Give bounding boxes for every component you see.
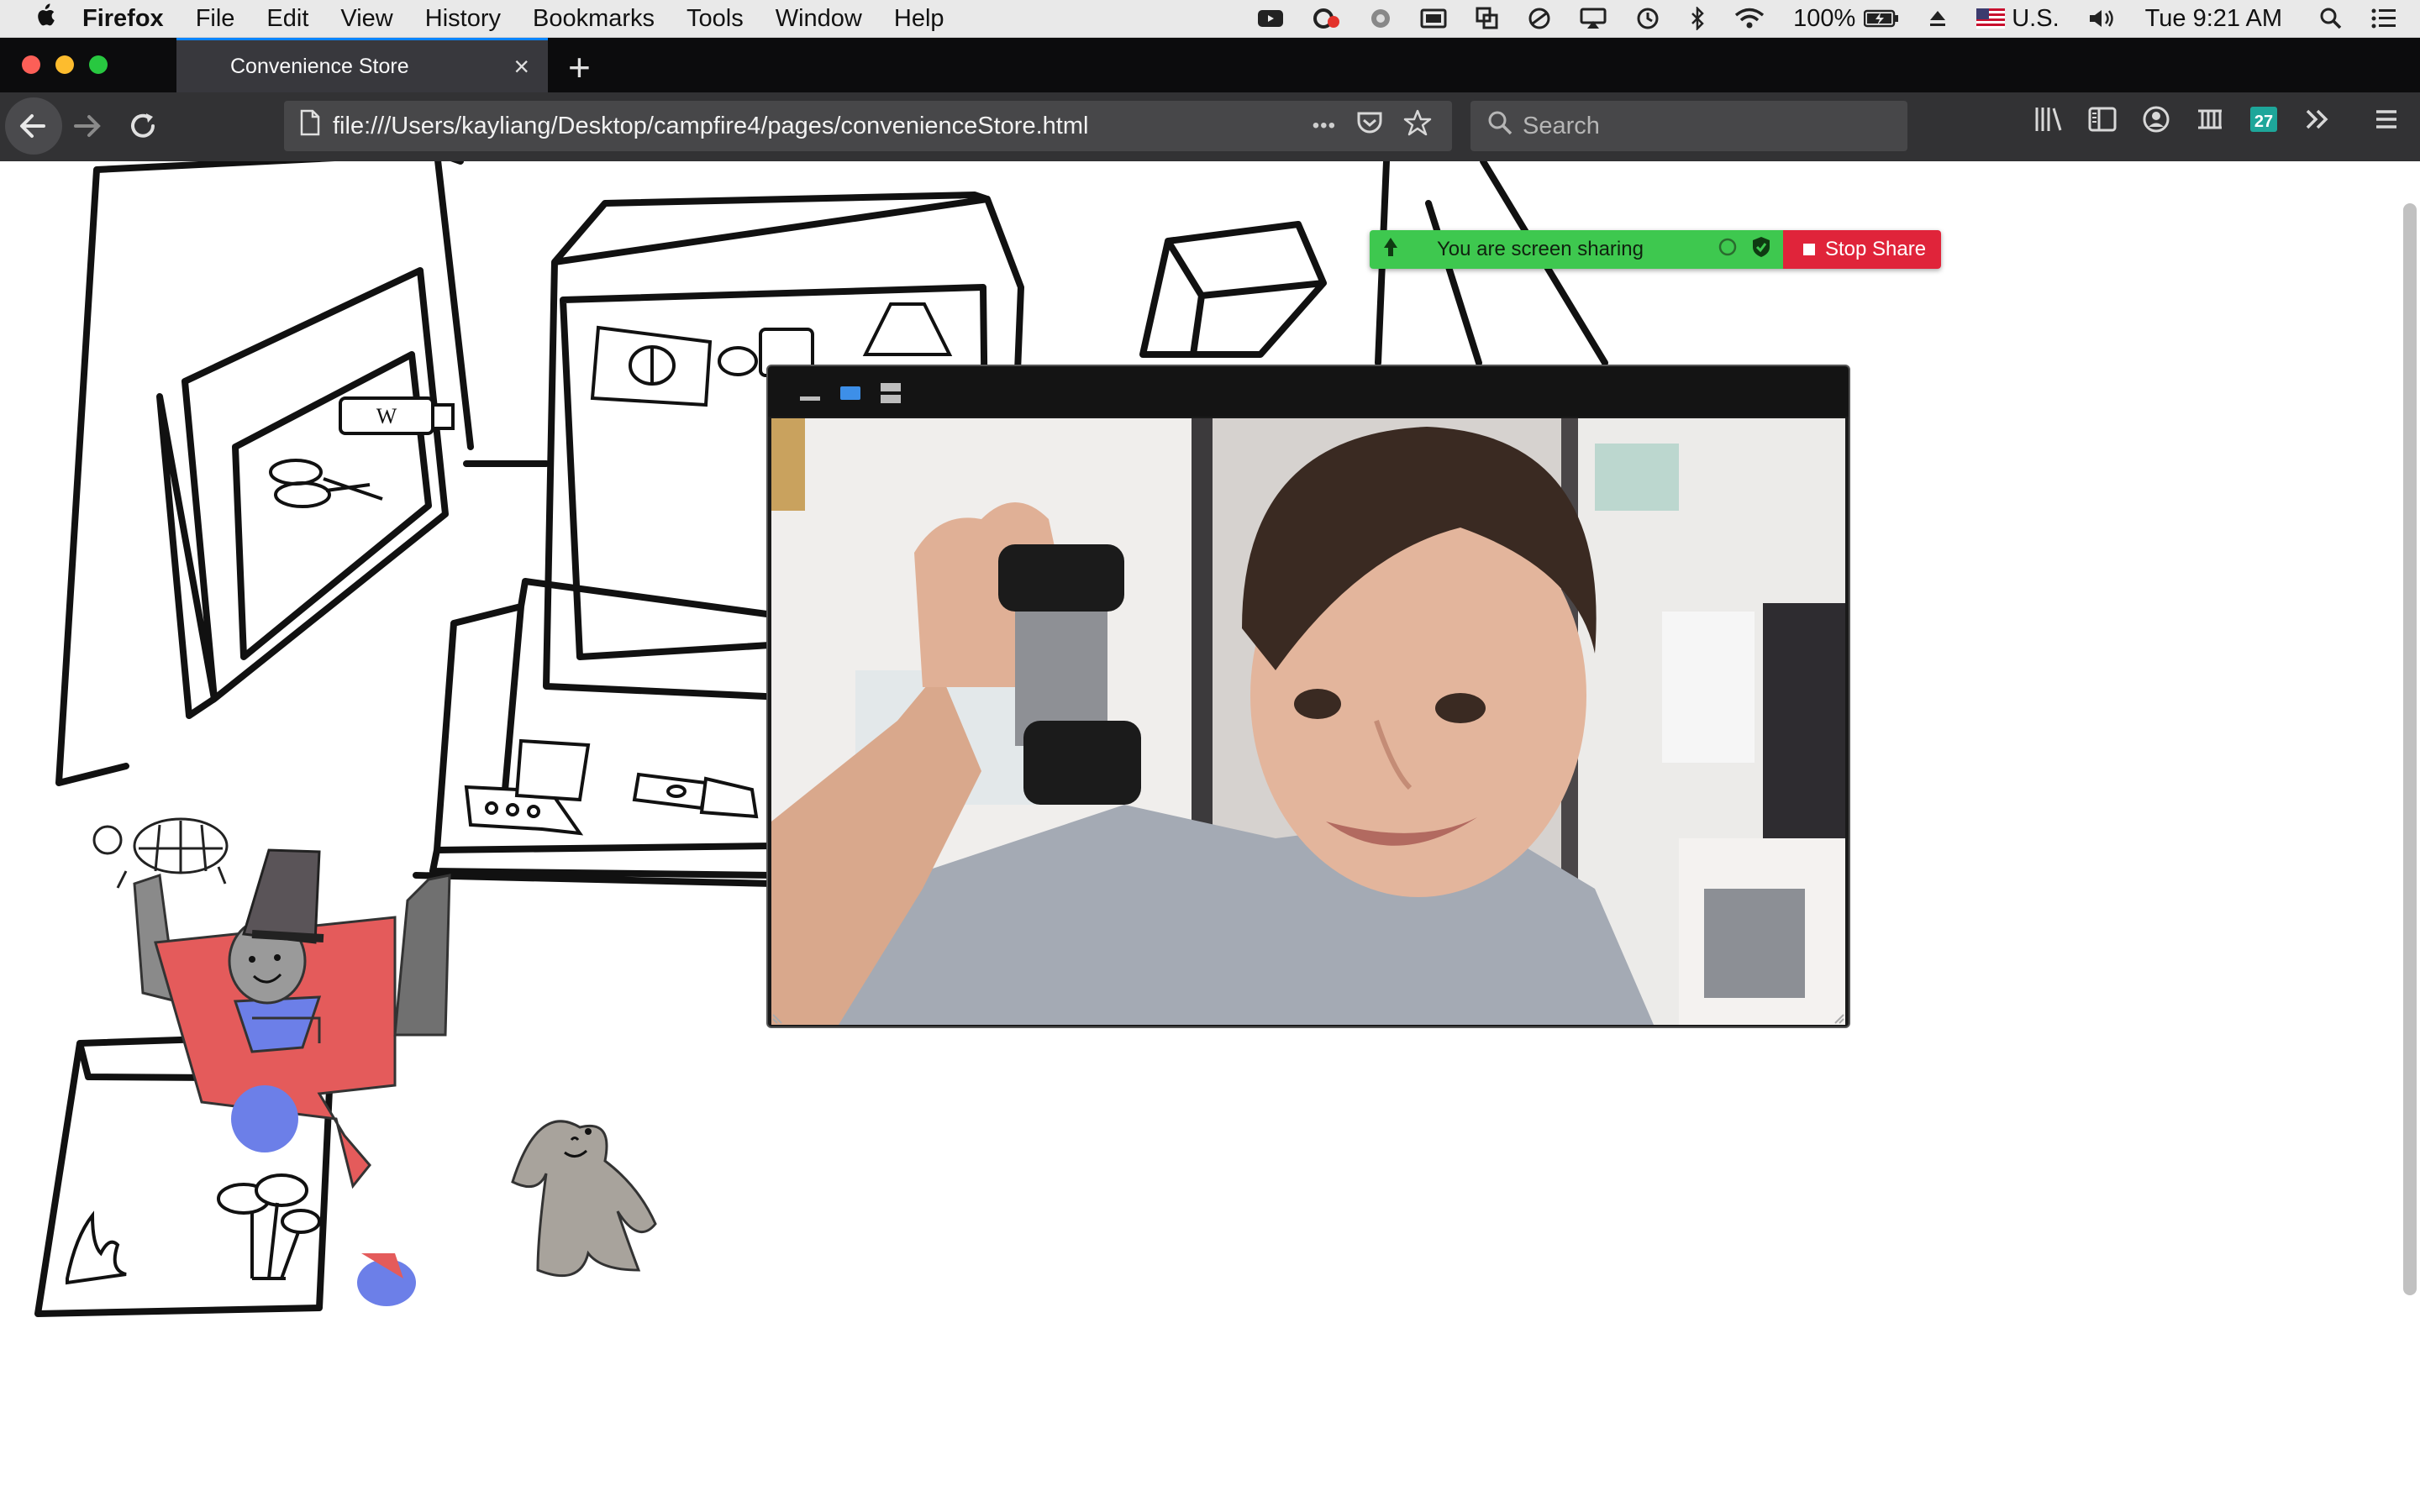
notification-center-icon[interactable] bbox=[2371, 8, 2396, 29]
volume-icon[interactable] bbox=[2088, 8, 2117, 29]
flashlight-drawing bbox=[632, 772, 759, 819]
menu-app-firefox[interactable]: Firefox bbox=[82, 5, 164, 33]
svg-text:27: 27 bbox=[2254, 113, 2273, 131]
copy-icon[interactable] bbox=[1476, 7, 1499, 30]
video-window-header[interactable] bbox=[768, 366, 1849, 417]
mushrooms-drawing bbox=[217, 1173, 321, 1280]
toothpaste-drawing: W bbox=[339, 396, 455, 435]
battery-icon[interactable] bbox=[1864, 8, 1899, 29]
overflow-chevrons-icon[interactable] bbox=[2302, 104, 2333, 141]
back-button[interactable] bbox=[5, 97, 62, 155]
calendar-extension-icon[interactable]: 27 bbox=[2249, 104, 2279, 141]
tab-close-icon[interactable]: × bbox=[513, 51, 529, 82]
extension-grid-icon[interactable] bbox=[2195, 104, 2225, 141]
us-flag-icon[interactable] bbox=[1976, 8, 2006, 29]
sidebar-toggle-icon[interactable] bbox=[2087, 104, 2118, 141]
pocket-icon[interactable] bbox=[1356, 110, 1383, 142]
participant-video-image bbox=[771, 418, 1845, 1025]
account-icon[interactable] bbox=[2141, 104, 2171, 141]
box-sketch bbox=[1139, 221, 1327, 358]
time-machine-icon[interactable] bbox=[1635, 7, 1660, 30]
minimize-video-icon[interactable] bbox=[800, 396, 820, 401]
chips-bag-drawing bbox=[590, 325, 713, 407]
menu-help[interactable]: Help bbox=[894, 5, 944, 33]
menu-tools[interactable]: Tools bbox=[687, 5, 744, 33]
apple-menu-icon[interactable] bbox=[34, 3, 55, 34]
menu-view[interactable]: View bbox=[340, 5, 392, 33]
page-actions-button[interactable]: ••• bbox=[1313, 114, 1336, 138]
input-source-label[interactable]: U.S. bbox=[2012, 5, 2059, 33]
zoom-camera-icon[interactable] bbox=[1257, 8, 1284, 29]
page-icon bbox=[299, 109, 321, 143]
participant-video bbox=[771, 418, 1845, 1025]
spotlight-search-icon[interactable] bbox=[2319, 7, 2343, 30]
menu-edit[interactable]: Edit bbox=[266, 5, 308, 33]
stop-share-button[interactable]: Stop Share bbox=[1783, 230, 1941, 269]
lower-counter-sketch bbox=[413, 578, 776, 887]
ghost-character-drawing bbox=[511, 1120, 657, 1278]
search-icon bbox=[1487, 110, 1512, 142]
new-tab-button[interactable]: + bbox=[568, 45, 591, 90]
url-text[interactable]: file:///Users/kayliang/Desktop/campfire4… bbox=[333, 113, 1313, 140]
plant-drawing bbox=[66, 1210, 127, 1285]
search-box[interactable]: Search bbox=[1470, 101, 1907, 151]
bottle-drawing bbox=[862, 302, 953, 356]
menu-bookmarks[interactable]: Bookmarks bbox=[533, 5, 655, 33]
stacked-view-icon[interactable] bbox=[881, 383, 901, 403]
security-shield-icon[interactable] bbox=[1751, 236, 1771, 264]
creative-cloud-icon[interactable] bbox=[1313, 8, 1341, 29]
share-status-text: You are screen sharing bbox=[1437, 238, 1644, 260]
menu-file[interactable]: File bbox=[196, 5, 235, 33]
search-placeholder: Search bbox=[1523, 112, 1600, 139]
video-window[interactable] bbox=[766, 365, 1850, 1028]
screen-share-banner: You are screen sharing Stop Share bbox=[1370, 230, 1941, 269]
tab-strip: Convenience Store × + bbox=[0, 38, 2420, 92]
share-status-bar[interactable]: You are screen sharing bbox=[1370, 230, 1783, 269]
register-drawing bbox=[464, 738, 591, 836]
menu-window[interactable]: Window bbox=[776, 5, 862, 33]
bluetooth-icon[interactable] bbox=[1689, 7, 1706, 30]
page-scrollbar[interactable] bbox=[2403, 203, 2417, 1295]
zoom-window-button[interactable] bbox=[89, 55, 108, 74]
clock[interactable]: Tue 9:21 AM bbox=[2145, 5, 2282, 33]
bookmark-star-icon[interactable] bbox=[1403, 109, 1432, 143]
drag-handle-icon[interactable] bbox=[1381, 236, 1400, 264]
wifi-icon[interactable] bbox=[1734, 8, 1765, 29]
resize-handle-left-icon[interactable] bbox=[771, 1011, 785, 1025]
stop-share-label: Stop Share bbox=[1825, 238, 1927, 260]
airplay-icon[interactable] bbox=[1580, 8, 1607, 29]
menu-history[interactable]: History bbox=[425, 5, 501, 33]
tab-convenience-store[interactable]: Convenience Store × bbox=[176, 38, 548, 92]
scissors-drawing bbox=[269, 459, 383, 508]
pause-share-icon[interactable] bbox=[1718, 237, 1738, 263]
display-case-sketch bbox=[156, 267, 449, 719]
forward-button[interactable] bbox=[71, 109, 104, 147]
macos-menu-bar: Firefox File Edit View History Bookmarks… bbox=[0, 0, 2420, 38]
reload-button[interactable] bbox=[126, 109, 160, 147]
stop-square-icon bbox=[1803, 244, 1815, 255]
navigation-toolbar: file:///Users/kayliang/Desktop/campfire4… bbox=[0, 92, 2420, 162]
single-view-icon[interactable] bbox=[840, 386, 860, 400]
tab-title: Convenience Store bbox=[230, 54, 409, 78]
display-icon[interactable] bbox=[1420, 8, 1447, 29]
library-icon[interactable] bbox=[2033, 104, 2064, 141]
close-window-button[interactable] bbox=[22, 55, 40, 74]
battery-percent: 100% bbox=[1793, 4, 1856, 32]
eject-icon[interactable] bbox=[1928, 8, 1948, 29]
url-bar[interactable]: file:///Users/kayliang/Desktop/campfire4… bbox=[284, 101, 1452, 151]
svg-text:W: W bbox=[376, 404, 397, 428]
hamburger-menu-icon[interactable] bbox=[2371, 104, 2402, 141]
left-shelf-sketch bbox=[55, 161, 474, 786]
sync-circle-icon[interactable] bbox=[1528, 7, 1551, 30]
resize-handle-right-icon[interactable] bbox=[1832, 1011, 1845, 1025]
minimize-window-button[interactable] bbox=[55, 55, 74, 74]
status-ball-icon[interactable] bbox=[1370, 8, 1392, 29]
